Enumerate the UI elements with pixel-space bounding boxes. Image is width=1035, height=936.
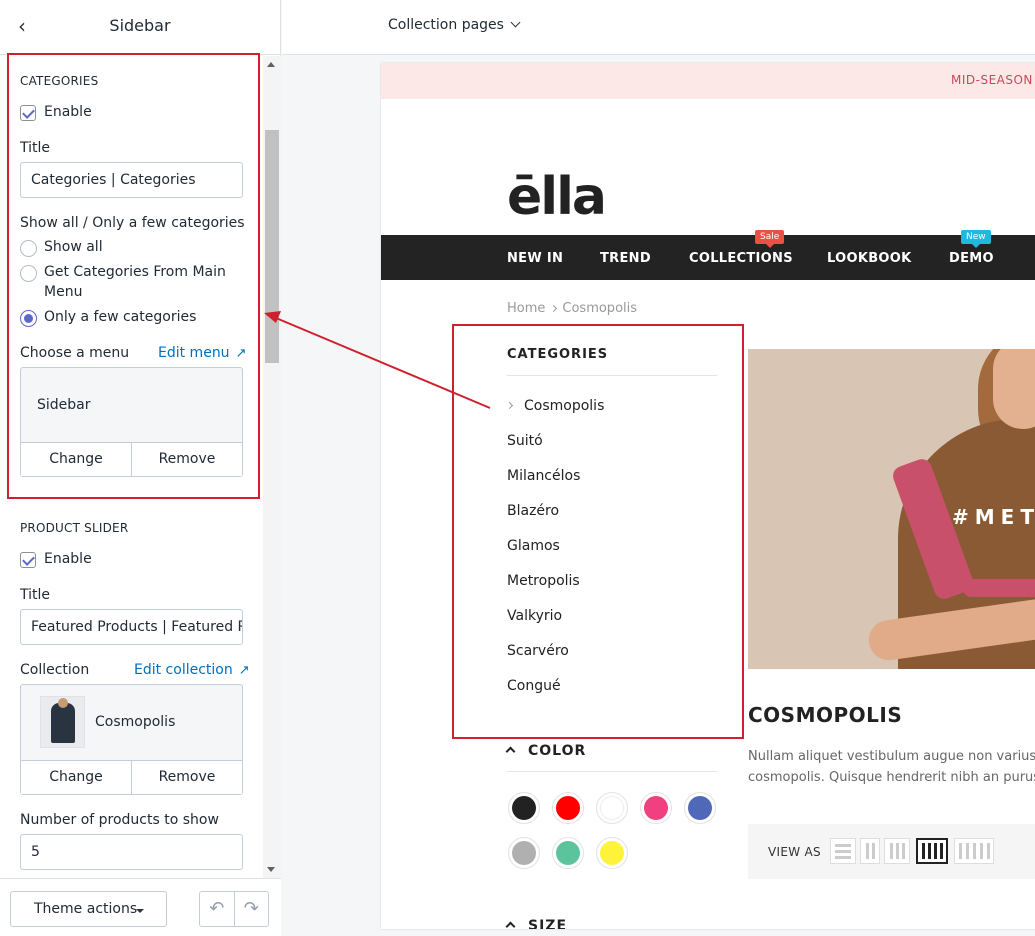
page-type-select[interactable]: Collection pages	[388, 17, 521, 33]
divider	[507, 771, 717, 772]
collection-label: Collection	[20, 662, 90, 678]
view-as-bar: VIEW AS	[748, 824, 1035, 879]
size-filter-heading[interactable]: SIZE	[505, 918, 568, 929]
breadcrumb: Home Cosmopolis	[507, 301, 637, 316]
breadcrumb-home[interactable]: Home	[507, 301, 545, 316]
slider-title-label: Title	[20, 587, 51, 603]
collection-name: Cosmopolis	[95, 714, 176, 730]
collection-description: Nullam aliquet vestibulum augue non vari…	[748, 746, 1035, 788]
color-swatch[interactable]	[596, 792, 628, 824]
main-nav: NEW IN TREND COLLECTIONS LOOKBOOK DEMO S…	[381, 230, 1035, 280]
store-logo[interactable]: ēlla	[507, 167, 607, 227]
new-badge: New	[961, 230, 991, 248]
color-swatch[interactable]	[552, 792, 584, 824]
collection-hero-image: #MET	[748, 349, 1035, 669]
chevron-down-icon	[510, 17, 521, 28]
description-line: Nullam aliquet vestibulum augue non vari…	[748, 749, 1035, 764]
collection-picker: Cosmopolis Change Remove	[20, 684, 243, 795]
edit-collection-text: Edit collection	[134, 662, 233, 678]
collection-actions: Change Remove	[21, 760, 242, 794]
description-line: cosmopolis. Quisque hendrerit nibh an pu…	[748, 770, 1035, 785]
color-swatch[interactable]	[508, 792, 540, 824]
view-as-label: VIEW AS	[768, 845, 821, 859]
redo-icon[interactable]: ↷	[233, 892, 269, 926]
chevron-up-icon	[505, 746, 516, 757]
num-products-label: Number of products to show	[20, 812, 219, 828]
collection-change-button[interactable]: Change	[21, 761, 131, 794]
undo-redo-group: ↶ ↷	[199, 891, 269, 927]
color-heading-label: COLOR	[528, 743, 587, 759]
view-list-icon[interactable]	[830, 838, 856, 864]
color-swatch[interactable]	[596, 837, 628, 869]
view-grid-5-icon[interactable]	[954, 838, 994, 864]
scrollbar[interactable]	[263, 56, 281, 878]
sale-badge: Sale	[755, 230, 785, 248]
size-heading-label: SIZE	[528, 918, 568, 929]
breadcrumb-chevron-icon	[550, 304, 558, 313]
panel-header: ‹ Sidebar	[0, 0, 280, 55]
theme-actions-label: Theme actions	[34, 901, 138, 917]
nav-lookbook[interactable]: LOOKBOOK	[827, 251, 911, 266]
theme-editor: { "sidebar_panel": { "title": "Sidebar",…	[0, 0, 1035, 936]
breadcrumb-current: Cosmopolis	[562, 301, 638, 316]
undo-icon[interactable]: ↶	[200, 892, 234, 926]
preview-topbar: Collection pages	[282, 0, 1035, 55]
view-grid-3-icon[interactable]	[884, 838, 910, 864]
panel-title: Sidebar	[109, 16, 171, 35]
color-swatch[interactable]	[508, 837, 540, 869]
scroll-up-icon[interactable]	[267, 62, 275, 67]
page-type-label: Collection pages	[388, 17, 504, 33]
external-link-icon: ↗	[238, 663, 250, 678]
collection-remove-button[interactable]: Remove	[131, 761, 242, 794]
view-grid-2-icon[interactable]	[860, 838, 880, 864]
color-swatch[interactable]	[552, 837, 584, 869]
hero-text: #MET	[952, 505, 1035, 529]
announcement-bar[interactable]: MID-SEASON	[381, 63, 1035, 99]
slider-title-input[interactable]: Featured Products | Featured Pro	[20, 609, 243, 645]
nav-new-in[interactable]: NEW IN	[507, 251, 563, 266]
chevron-up-icon	[505, 921, 516, 929]
caret-down-icon	[136, 909, 144, 913]
edit-collection-link[interactable]: Edit collection ↗	[134, 662, 250, 678]
nav-trend[interactable]: TREND	[600, 251, 651, 266]
annotation-box-settings	[7, 53, 260, 499]
view-grid-4-icon[interactable]	[916, 838, 948, 864]
color-swatch[interactable]	[684, 792, 716, 824]
color-filter-heading[interactable]: COLOR	[505, 743, 587, 759]
color-swatch[interactable]	[640, 792, 672, 824]
annotation-box-preview	[452, 324, 744, 739]
product-slider-heading: PRODUCT SLIDER	[20, 521, 129, 535]
slider-enable-checkbox[interactable]	[20, 552, 36, 568]
slider-enable-label: Enable	[44, 551, 92, 567]
nav-collections[interactable]: COLLECTIONS	[689, 251, 793, 266]
announcement-text: MID-SEASON	[951, 73, 1033, 87]
num-products-input[interactable]: 5	[20, 834, 243, 870]
theme-actions-button[interactable]: Theme actions	[10, 891, 167, 927]
nav-demo[interactable]: DEMO	[949, 251, 994, 266]
panel-footer: Theme actions ↶ ↷	[0, 878, 281, 936]
scroll-thumb[interactable]	[265, 130, 279, 363]
collection-thumbnail	[40, 696, 85, 748]
collection-title: COSMOPOLIS	[748, 703, 903, 727]
scroll-down-icon[interactable]	[267, 867, 275, 872]
